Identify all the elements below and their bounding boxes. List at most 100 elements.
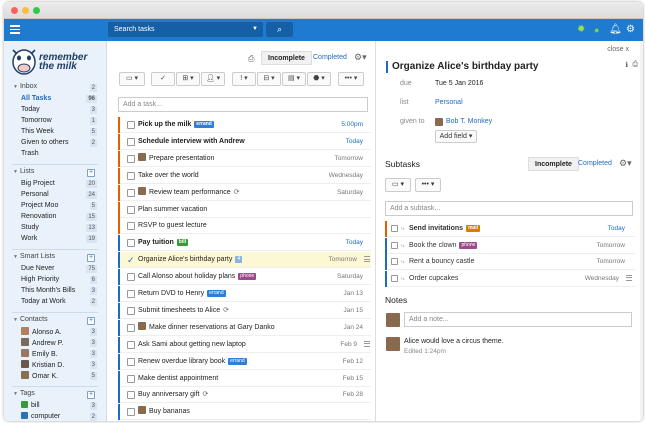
gear-icon[interactable]: ⚙ [626, 23, 635, 37]
task-row[interactable]: Buy anniversary gift ⟳ Feb 28 [118, 387, 371, 404]
info-icon[interactable]: ℹ [625, 61, 628, 69]
sidebar-item-kristian-d-[interactable]: Kristian D. 3 [21, 360, 97, 370]
task-checkbox[interactable] [127, 357, 135, 366]
task-row[interactable]: Make dinner reservations at Gary Danko Ja… [118, 319, 371, 336]
settings-gear-icon[interactable]: ⚙▾ [354, 52, 367, 63]
task-checkbox[interactable] [127, 188, 135, 197]
task-checkbox[interactable] [127, 408, 135, 417]
add-tags-button[interactable]: + [87, 391, 95, 399]
sidebar-item-tomorrow[interactable]: Tomorrow 1 [21, 116, 97, 126]
sidebar-item-personal[interactable]: Personal 24 [21, 190, 97, 200]
task-checkbox[interactable] [127, 374, 135, 383]
task-checkbox[interactable] [127, 340, 135, 349]
search-input[interactable]: Search tasks ▼ [108, 22, 263, 37]
zoom-window-button[interactable] [33, 7, 40, 14]
note-text[interactable]: Alice would love a circus theme. [404, 338, 504, 345]
sidebar-item-omar-k-[interactable]: Omar K. 5 [21, 371, 97, 381]
close-window-button[interactable] [11, 7, 18, 14]
triangle-down-icon[interactable]: ▼ [13, 317, 18, 323]
subtask-checkbox[interactable] [391, 241, 398, 249]
subtask-more-button[interactable]: ••• ▾ [415, 178, 441, 192]
checkbox-checked-icon[interactable]: ✓ [127, 252, 135, 268]
subtask-tag[interactable]: mail [466, 225, 481, 232]
subtask-settings-gear-icon[interactable]: ⚙▾ [619, 158, 632, 169]
sidebar-item-emily-b-[interactable]: Emily B. 3 [21, 349, 97, 359]
sidebar-item-andrew-p-[interactable]: Andrew P. 3 [21, 338, 97, 348]
minimize-window-button[interactable] [22, 7, 29, 14]
task-tag[interactable]: errand [207, 290, 226, 297]
subtask-row[interactable]: ⤷ Send invitations mail Today [385, 221, 635, 237]
task-tag[interactable]: errand [194, 121, 214, 128]
triangle-down-icon[interactable]: ▼ [13, 391, 18, 397]
task-row[interactable]: Buy bananas [118, 404, 371, 421]
section-header-smart_header[interactable]: ▼ Smart Lists [13, 253, 55, 260]
sidebar-item-today[interactable]: Today 3 [21, 105, 97, 115]
triangle-down-icon[interactable]: ▼ [13, 169, 18, 175]
task-checkbox[interactable] [127, 205, 135, 214]
task-row[interactable]: RSVP to guest lecture [118, 218, 371, 235]
task-checkbox[interactable] [127, 171, 135, 180]
task-checkbox[interactable] [127, 121, 135, 129]
priority-button[interactable]: ! ▾ [232, 72, 256, 86]
subtab-completed[interactable]: Completed [572, 157, 618, 171]
task-checkbox[interactable] [127, 239, 135, 248]
section-header-tags_header[interactable]: ▼ Tags [13, 390, 35, 397]
more-actions-button[interactable]: ••• ▾ [338, 72, 364, 86]
subtask-checkbox[interactable] [391, 258, 398, 265]
sidebar-item-given-to-others[interactable]: Given to others 2 [21, 138, 97, 148]
sidebar-item-trash[interactable]: Trash [21, 149, 97, 159]
sidebar-item-big-project[interactable]: Big Project 20 [21, 179, 97, 189]
subtask-checkbox[interactable] [391, 274, 398, 282]
sidebar-item-today-at-work[interactable]: Today at Work 2 [21, 297, 97, 307]
section-header-lists_header[interactable]: ▼ Lists [13, 168, 34, 175]
task-title[interactable]: Organize Alice's birthday party [392, 61, 539, 72]
sidebar-item-work[interactable]: Work 19 [21, 234, 97, 244]
task-row[interactable]: Call Alonso about holiday plans phone Satu… [118, 269, 371, 286]
sidebar-item-study[interactable]: Study 13 [21, 223, 97, 233]
list-value[interactable]: Personal [435, 99, 463, 106]
task-row[interactable]: Return DVD to Henry errand Jan 13 [118, 286, 371, 302]
subtask-row[interactable]: ⤷ Order cupcakes Wednesday [385, 270, 635, 287]
task-checkbox[interactable] [127, 154, 135, 163]
tab-completed[interactable]: Completed [307, 51, 353, 65]
task-checkbox[interactable] [127, 273, 135, 282]
bell-icon[interactable]: 🔔︎ [609, 23, 622, 37]
sidebar-item-renovation[interactable]: Renovation 15 [21, 212, 97, 222]
complete-button[interactable]: ✓ [151, 72, 175, 86]
close-detail-button[interactable]: close x [607, 46, 629, 53]
sidebar-item-this-week[interactable]: This Week 5 [21, 127, 97, 137]
task-row[interactable]: Review team performance ⟳ Saturday [118, 184, 371, 201]
task-checkbox[interactable] [127, 323, 135, 332]
section-header-contacts_header[interactable]: ▼ Contacts [13, 316, 48, 323]
assign-button[interactable]: 👤︎ ▾ [201, 72, 225, 86]
task-row[interactable]: Pick up the milk errand 5:00pm [118, 117, 371, 133]
task-tag[interactable]: 4 [235, 256, 243, 264]
sidebar-item-due-never[interactable]: Due Never 75 [21, 264, 97, 274]
task-checkbox[interactable] [127, 290, 135, 298]
add-field-button[interactable]: Add field ▾ [435, 130, 477, 143]
task-row[interactable]: Plan summer vacation [118, 201, 371, 218]
task-tag[interactable]: phone [238, 273, 257, 281]
sidebar-item-all-tasks[interactable]: All Tasks 96 [21, 94, 97, 104]
task-row[interactable]: Make dentist appointment Feb 15 [118, 370, 371, 387]
task-row[interactable]: ✓ Organize Alice's birthday party 4 Tomorro… [118, 252, 371, 269]
sidebar-item-project-moo[interactable]: Project Moo 5 [21, 201, 97, 211]
scrollbar[interactable] [640, 41, 643, 421]
due-value[interactable]: Tue 5 Jan 2016 [435, 80, 483, 87]
add-smart-button[interactable]: + [87, 254, 95, 262]
add-to-list-button[interactable]: ⊞ ▾ [176, 72, 200, 86]
task-checkbox[interactable] [127, 137, 135, 146]
list-button[interactable]: ▤ ▾ [282, 72, 306, 86]
tag-button[interactable]: ⬣ ▾ [307, 72, 331, 86]
sidebar-item-high-priority[interactable]: High Priority 6 [21, 275, 97, 285]
subtask-row[interactable]: ⤷ Rent a bouncy castle Tomorrow [385, 254, 635, 270]
task-checkbox[interactable] [127, 306, 135, 315]
sidebar-item-computer[interactable]: computer 2 [21, 412, 97, 421]
task-tag[interactable]: errand [228, 357, 247, 365]
task-tag[interactable]: bill [176, 239, 189, 247]
menu-icon[interactable] [10, 25, 20, 34]
bug-icon[interactable]: ✹ [577, 23, 585, 37]
task-row[interactable]: Prepare presentation Tomorrow [118, 150, 371, 167]
task-row[interactable]: Take over the world Wednesday [118, 167, 371, 184]
print-icon[interactable]: ⎙ [632, 61, 638, 69]
